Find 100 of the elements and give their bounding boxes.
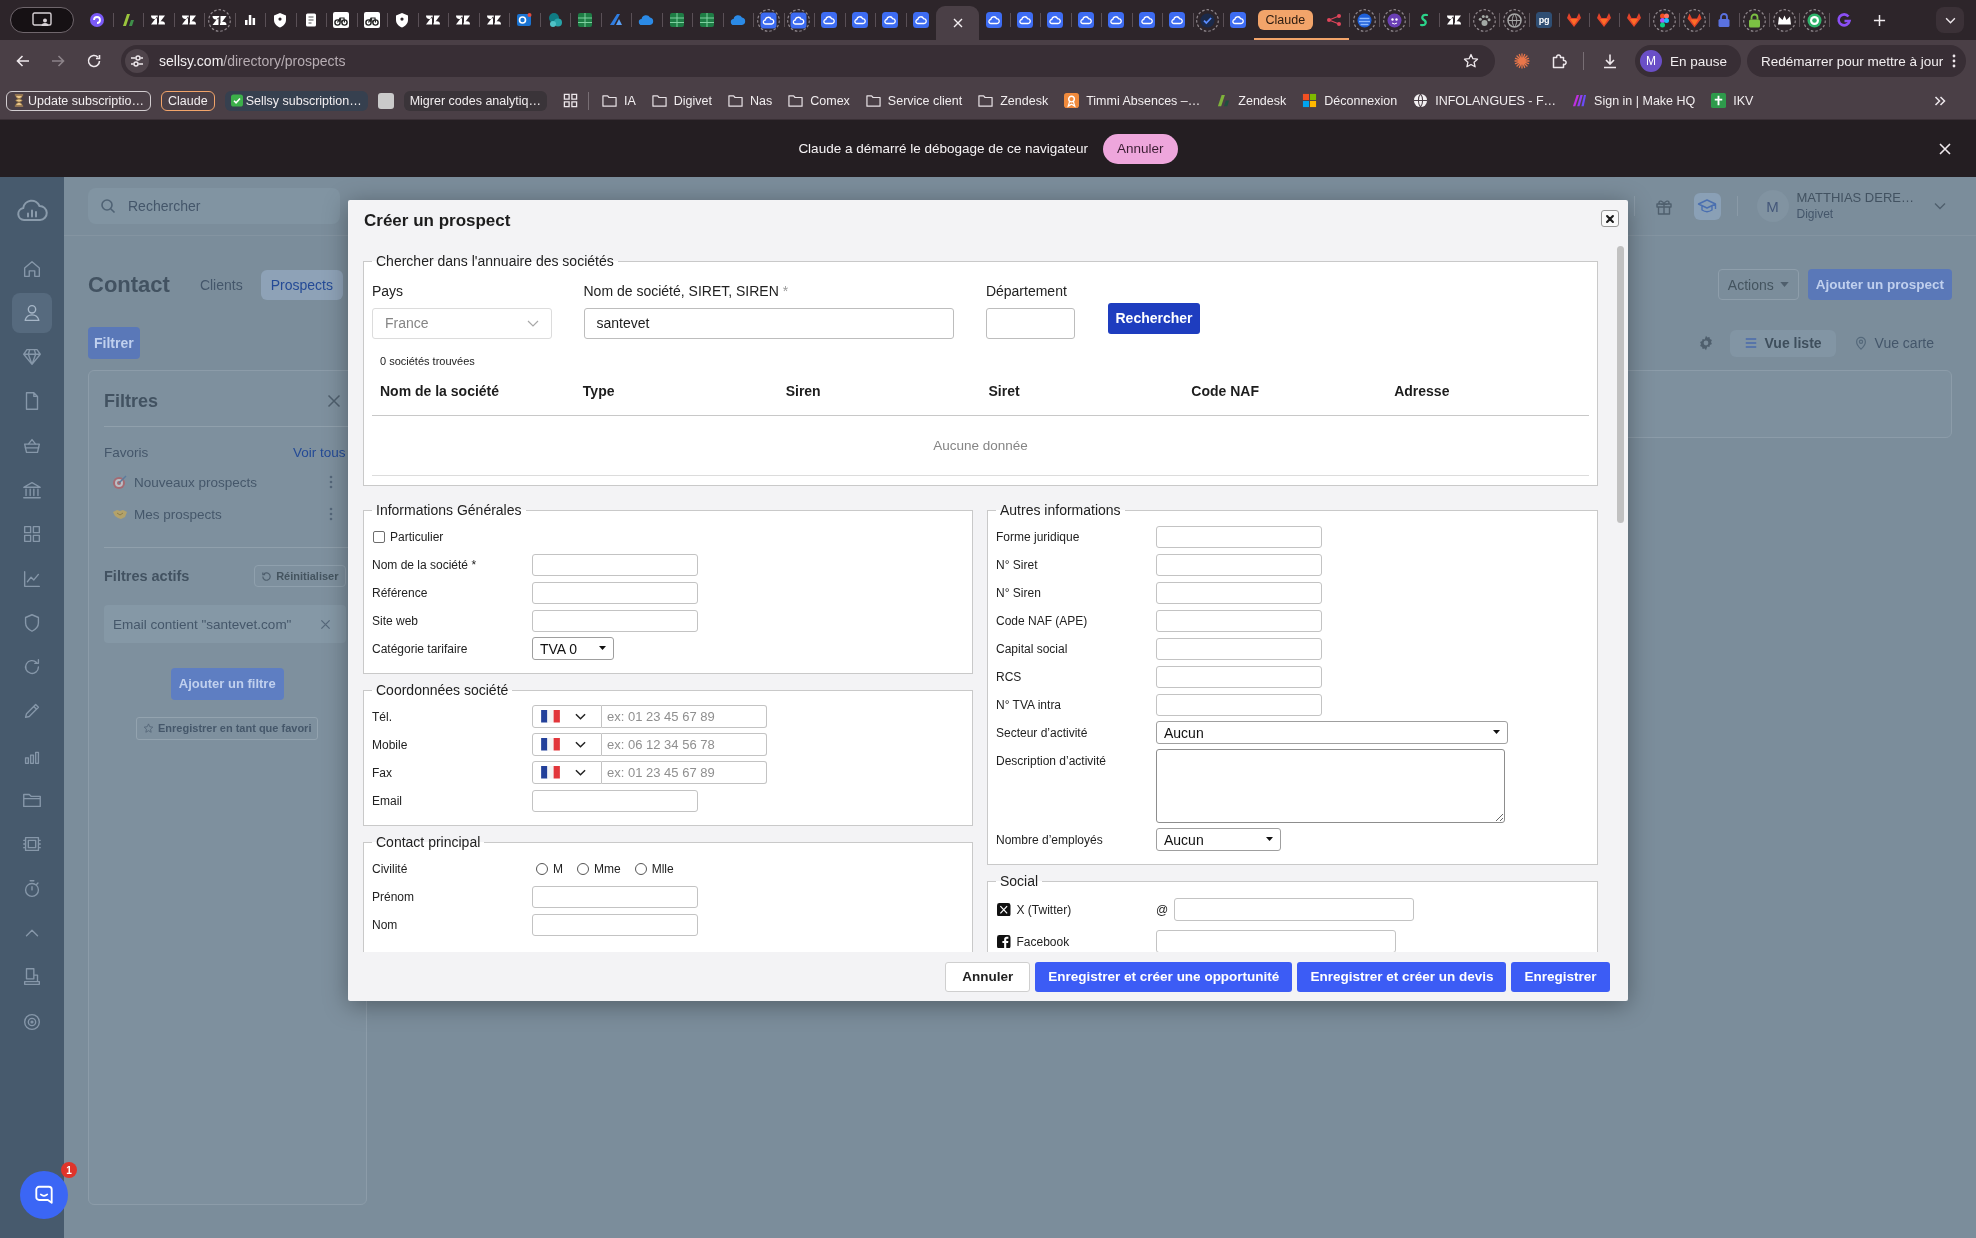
bookmark[interactable]: Zendesk	[1213, 88, 1290, 113]
back-arrow-icon[interactable]	[15, 53, 31, 69]
cloud-icon[interactable]	[638, 12, 655, 28]
text-field[interactable]	[532, 581, 698, 604]
url-field[interactable]	[1156, 930, 1396, 952]
text-field[interactable]	[1156, 525, 1322, 548]
spreadsheet-icon[interactable]	[577, 12, 594, 28]
bookmark[interactable]: Sign in | Make HQ	[1569, 88, 1699, 113]
phone-field[interactable]: ex: 01 23 45 67 89	[602, 760, 767, 785]
cancel-button[interactable]: Annuler	[945, 961, 1031, 992]
address-bar[interactable]: sellsy.com/directory/prospects	[121, 45, 1495, 77]
tab-group-chip[interactable]: Claude	[161, 90, 215, 111]
cloud-tile-icon[interactable]	[1169, 12, 1186, 28]
country-select[interactable]: France	[372, 307, 552, 339]
cloud-tile-icon[interactable]	[1047, 12, 1064, 28]
text-field[interactable]	[1156, 637, 1322, 660]
select-field[interactable]: Aucun	[1156, 828, 1281, 851]
description-field[interactable]	[1156, 748, 1505, 823]
text-field[interactable]	[532, 609, 698, 632]
search-field[interactable]: Rechercher	[88, 188, 340, 224]
padlock-icon[interactable]	[1716, 12, 1733, 28]
select-field[interactable]: Aucun	[1156, 721, 1508, 744]
sliders-icon[interactable]	[125, 49, 149, 73]
paw-icon[interactable]	[1472, 8, 1496, 32]
text-field[interactable]	[532, 913, 698, 936]
tab-group-chip[interactable]: Migrer codes analytiq…	[403, 90, 547, 111]
spreadsheet-icon[interactable]	[668, 12, 685, 28]
site-initials[interactable]: pg	[1536, 12, 1553, 28]
phone-field[interactable]: ex: 06 12 34 56 78	[602, 732, 767, 757]
scrollbar[interactable]	[1616, 246, 1624, 523]
face-logo-icon[interactable]	[1382, 8, 1406, 32]
fox-head-icon[interactable]	[1566, 12, 1583, 28]
tab-group-chip[interactable]: Update subscriptio…	[6, 90, 152, 111]
triangle-logo-icon[interactable]	[207, 8, 231, 32]
double-chevron-icon[interactable]	[1934, 95, 1946, 106]
bookmark-folder[interactable]: Nas	[725, 88, 776, 113]
bookmark-folder[interactable]: Digivet	[648, 88, 715, 113]
close-button[interactable]	[1600, 210, 1619, 227]
text-field[interactable]	[1156, 581, 1322, 604]
crown-icon[interactable]	[1772, 8, 1796, 32]
shield-icon[interactable]	[272, 12, 289, 28]
g-logo-icon[interactable]	[1836, 12, 1853, 28]
handle-field[interactable]	[1174, 898, 1414, 921]
cloud-tile-icon[interactable]	[821, 12, 838, 28]
text-field[interactable]	[532, 885, 698, 908]
text-field[interactable]	[1156, 693, 1322, 716]
department-field[interactable]	[985, 307, 1076, 339]
cloud-tile-icon[interactable]	[851, 12, 868, 28]
reload-icon[interactable]	[86, 53, 102, 69]
apps-grid-icon[interactable]	[563, 93, 578, 108]
download-icon[interactable]	[1602, 53, 1618, 69]
tab-group-chip[interactable]: Sellsy subscription…	[224, 90, 368, 111]
bicycle-icon[interactable]	[363, 12, 380, 28]
bookmark-folder[interactable]: Comex	[785, 88, 853, 113]
bookmark[interactable]: INFOLANGUES - F…	[1410, 88, 1560, 113]
cancel-button[interactable]: Annuler	[1103, 133, 1178, 164]
color-swatch-icon[interactable]	[377, 92, 394, 109]
fox-head-icon[interactable]	[1626, 12, 1643, 28]
bookmark-folder[interactable]: Service client	[862, 88, 966, 113]
bookmark-folder[interactable]: IA	[599, 88, 639, 113]
forward-arrow-icon[interactable]	[50, 53, 66, 69]
spreadsheet-icon[interactable]	[699, 12, 716, 28]
cloud-tile-icon[interactable]	[1016, 12, 1033, 28]
plus-icon[interactable]	[1873, 13, 1887, 27]
country-code-picker[interactable]	[532, 760, 602, 785]
cloud-tile-icon[interactable]	[912, 12, 929, 28]
fox-head-icon[interactable]	[1596, 12, 1613, 28]
bookmark[interactable]: Timmi Absences –…	[1061, 88, 1204, 113]
swirl-logo-icon[interactable]	[89, 12, 106, 28]
save-button[interactable]: Enregistrer et créer un devis	[1297, 961, 1507, 992]
radio-button[interactable]	[536, 862, 548, 875]
window-button[interactable]	[10, 7, 74, 33]
sidebar-item[interactable]	[12, 292, 52, 333]
cloud-icon[interactable]	[729, 12, 746, 28]
cloud-tile-icon[interactable]	[882, 12, 899, 28]
fox-head-icon[interactable]	[1682, 8, 1706, 32]
save-button[interactable]: Enregistrer et créer une opportunité	[1035, 961, 1293, 992]
radio-button[interactable]	[634, 862, 647, 875]
cloud-tile-icon[interactable]	[1230, 12, 1247, 28]
starburst-icon[interactable]	[1514, 53, 1530, 69]
bookmark[interactable]: Déconnexion	[1299, 88, 1401, 113]
tab-group-label[interactable]: Claude	[1257, 10, 1314, 30]
phone-field[interactable]: ex: 01 23 45 67 89	[602, 704, 767, 729]
text-field[interactable]	[1156, 665, 1322, 688]
country-code-picker[interactable]	[532, 732, 602, 757]
bicycle-icon[interactable]	[333, 12, 350, 28]
shield-icon[interactable]	[394, 12, 411, 28]
cloud-tile-icon[interactable]	[1138, 12, 1155, 28]
bookmark[interactable]: IKV	[1708, 88, 1757, 113]
company-search-field[interactable]: santevet	[583, 307, 954, 339]
text-field[interactable]	[1156, 609, 1322, 632]
text-field[interactable]	[532, 789, 698, 812]
bookmark-folder[interactable]: Zendesk	[975, 88, 1052, 113]
active-tab[interactable]	[936, 6, 979, 40]
checkbox[interactable]	[373, 530, 385, 543]
striped-disc-icon[interactable]	[1352, 8, 1376, 32]
cloud-tile-icon[interactable]	[787, 8, 811, 32]
globe-icon[interactable]	[1502, 8, 1526, 32]
country-code-picker[interactable]	[532, 704, 602, 729]
text-field[interactable]	[1156, 553, 1322, 576]
